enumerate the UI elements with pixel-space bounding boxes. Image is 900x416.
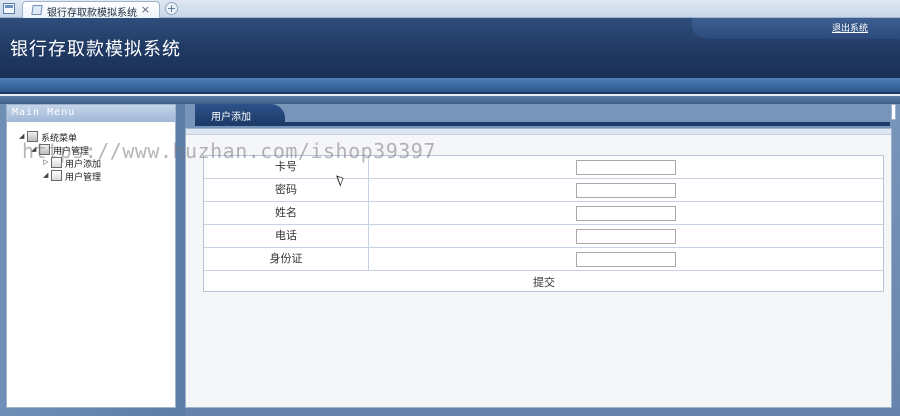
main-menu-header: Main Menu [7, 105, 175, 122]
header-band [0, 78, 900, 94]
field-label: 身份证 [204, 248, 369, 270]
document-icon [51, 170, 62, 181]
tab-underline [195, 122, 890, 126]
name-input[interactable] [576, 206, 676, 221]
tab-add-user[interactable]: 用户添加 [195, 104, 285, 124]
tab-label: 用户添加 [211, 112, 251, 123]
app-title: 银行存取款模拟系统 [10, 39, 181, 60]
phone-input[interactable] [576, 229, 676, 244]
logout-link[interactable]: 退出系统 [832, 21, 868, 34]
close-icon[interactable]: × [141, 3, 150, 16]
password-input[interactable] [576, 183, 676, 198]
content-toolbar-strip [186, 129, 891, 135]
form-submit-row: 提交 [204, 271, 883, 291]
content-panel: 卡号 密码 姓名 电话 身份证 提交 [185, 128, 892, 408]
field-label: 电话 [204, 225, 369, 247]
browser-tab-strip: 银行存取款模拟系统 × + [0, 0, 900, 19]
logout-panel: 退出系统 [692, 18, 900, 39]
tree-node-label: 用户管理 [65, 173, 102, 183]
form-row-password: 密码 [204, 179, 883, 202]
add-user-form: 卡号 密码 姓名 电话 身份证 提交 [203, 155, 884, 292]
header-gap [0, 96, 900, 104]
form-row-name: 姓名 [204, 202, 883, 225]
main-menu-title: Main Menu [12, 107, 76, 118]
frame-splitter[interactable] [891, 104, 896, 120]
expand-arrow-icon[interactable]: ◢ [43, 171, 48, 179]
new-tab-icon[interactable]: + [165, 2, 178, 15]
window-icon[interactable] [3, 3, 15, 14]
browser-tab[interactable]: 银行存取款模拟系统 × [22, 1, 160, 19]
form-row-phone: 电话 [204, 225, 883, 248]
browser-tab-title: 银行存取款模拟系统 [47, 8, 137, 19]
page-favicon-icon [31, 5, 43, 15]
watermark-text: https://www.huzhan.com/ishop39397 [22, 139, 436, 163]
id-card-input[interactable] [576, 252, 676, 267]
card-number-input[interactable] [576, 160, 676, 175]
submit-button[interactable]: 提交 [524, 274, 564, 289]
app-header: 银行存取款模拟系统 退出系统 [0, 18, 900, 78]
form-row-id-card: 身份证 [204, 248, 883, 271]
field-label: 姓名 [204, 202, 369, 224]
